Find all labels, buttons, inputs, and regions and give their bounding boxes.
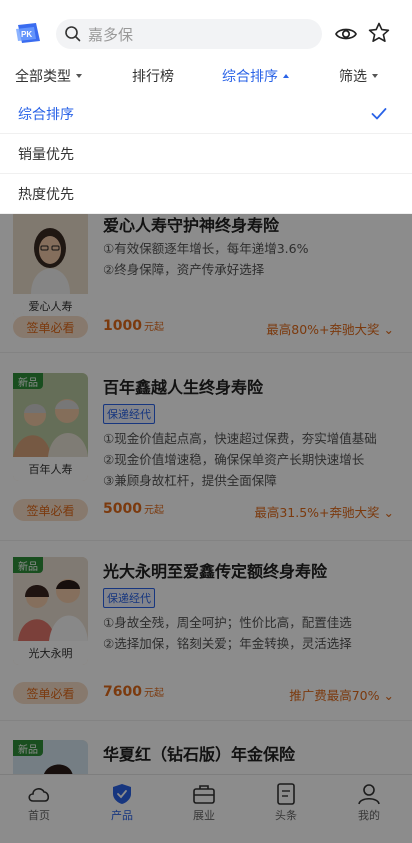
filter-bar: 全部类型 排行榜 综合排序 筛选 bbox=[0, 58, 412, 94]
search-bar[interactable]: 嘉多保 bbox=[56, 19, 322, 49]
filter-label: 筛选 bbox=[339, 69, 367, 85]
sort-option-comprehensive[interactable]: 综合排序 bbox=[0, 94, 412, 134]
search-icon bbox=[65, 26, 81, 42]
filter-all-types[interactable]: 全部类型 bbox=[15, 66, 82, 86]
sort-option-sales[interactable]: 销量优先 bbox=[0, 134, 412, 174]
caret-down-icon bbox=[372, 74, 378, 78]
caret-up-icon bbox=[283, 74, 289, 78]
app-logo-icon[interactable]: PK bbox=[14, 21, 44, 45]
filter-screen[interactable]: 筛选 bbox=[339, 66, 378, 86]
svg-text:PK: PK bbox=[21, 30, 32, 39]
check-icon bbox=[371, 108, 387, 120]
star-icon[interactable] bbox=[367, 21, 391, 49]
filter-label: 综合排序 bbox=[222, 69, 278, 85]
sort-option-popularity[interactable]: 热度优先 bbox=[0, 174, 412, 214]
eye-icon[interactable] bbox=[334, 22, 358, 50]
caret-down-icon bbox=[76, 74, 82, 78]
filter-label: 全部类型 bbox=[15, 69, 71, 85]
filter-ranking[interactable]: 排行榜 bbox=[132, 66, 174, 86]
app-screen: PK 嘉多保 全部类型 排行榜 综合排序 筛选 综合排序 销量优先 热度优先 爱… bbox=[0, 0, 412, 843]
modal-overlay[interactable] bbox=[0, 214, 412, 843]
option-label: 销量优先 bbox=[18, 146, 74, 163]
filter-label: 排行榜 bbox=[132, 69, 174, 85]
option-label: 综合排序 bbox=[18, 106, 74, 123]
sort-dropdown: 综合排序 销量优先 热度优先 bbox=[0, 94, 412, 214]
option-label: 热度优先 bbox=[18, 186, 74, 203]
filter-sort[interactable]: 综合排序 bbox=[222, 66, 289, 86]
search-input[interactable]: 嘉多保 bbox=[88, 24, 133, 45]
top-bar: PK 嘉多保 bbox=[0, 0, 412, 58]
